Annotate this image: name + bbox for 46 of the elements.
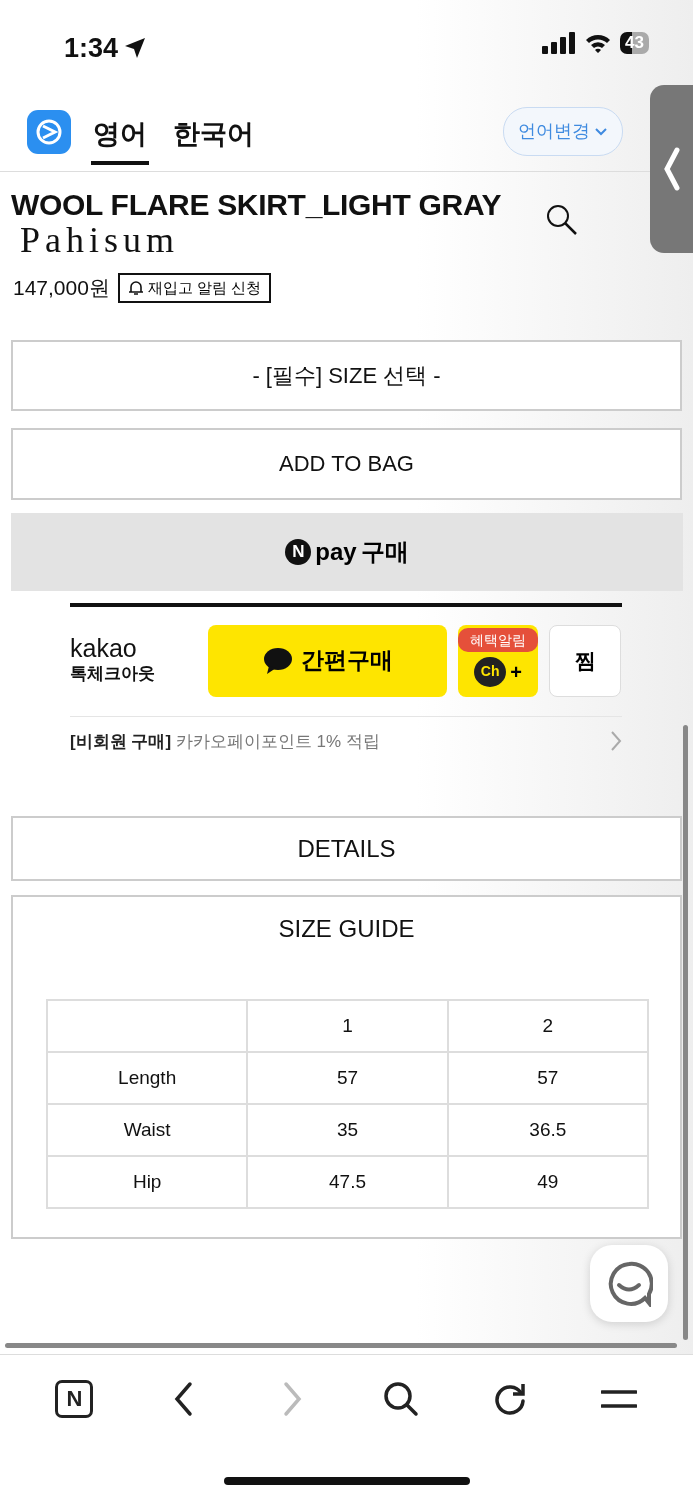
product-price: 147,000원 (13, 275, 110, 301)
side-panel-handle[interactable] (650, 85, 693, 253)
location-icon (124, 37, 147, 60)
row-label: Hip (47, 1156, 248, 1208)
size-guide-title: SIZE GUIDE (277, 914, 416, 944)
row-label: Length (47, 1052, 248, 1104)
language-tab[interactable]: 한국어 (171, 108, 256, 165)
row-label: Waist (47, 1104, 248, 1156)
benefit-alert-badge: 혜택알림 (458, 627, 538, 652)
add-to-bag-button[interactable]: ADD TO BAG (11, 427, 682, 500)
channel-add-button[interactable]: 혜택알림 Ch + (458, 624, 538, 697)
table-cell: 57 (447, 1052, 648, 1104)
size-select[interactable]: - [필수] SIZE 선택 - (11, 339, 682, 411)
kakao-promo-text: [비회원 구매] 카카오페이포인트 1% 적립 (70, 730, 380, 753)
language-tab[interactable]: 영어 (91, 108, 149, 165)
brand-logo: Pahisum (20, 222, 179, 258)
back-icon (173, 1381, 193, 1417)
column-header: 2 (447, 1000, 648, 1052)
kakao-logo: kakao (70, 634, 138, 661)
table-cell: 35 (247, 1104, 448, 1156)
naver-home-button[interactable]: N (39, 1375, 110, 1423)
table-cell: 47.5 (247, 1156, 448, 1208)
product-title: WOOL FLARE SKIRT_LIGHT GRAY (10, 188, 502, 222)
table-cell: 36.5 (447, 1104, 648, 1156)
chevron-right-icon (610, 730, 622, 753)
kakao-buy-button[interactable]: 간편구매 (208, 624, 447, 697)
search-icon[interactable] (546, 204, 579, 236)
restock-alert-button[interactable]: 재입고 알림 신청 (117, 272, 272, 303)
column-header: 1 (247, 1000, 448, 1052)
speech-bubble-icon (262, 646, 293, 675)
chevron-left-icon (663, 147, 680, 191)
translate-app-icon (27, 109, 71, 154)
table-cell: 49 (447, 1156, 648, 1208)
details-button[interactable]: DETAILS (11, 816, 682, 881)
chevron-down-icon (594, 127, 608, 138)
search-icon (382, 1381, 419, 1417)
forward-icon (282, 1381, 302, 1417)
chat-button[interactable] (590, 1245, 668, 1322)
wifi-icon (584, 32, 613, 54)
naver-pay-button[interactable]: N pay 구매 (11, 512, 683, 591)
bell-icon (127, 279, 144, 296)
signal-icon (542, 32, 577, 54)
kakao-subtitle: 톡체크아웃 (70, 662, 156, 685)
status-time: 1:34 (64, 32, 119, 65)
table-cell: 57 (247, 1052, 448, 1104)
wish-button[interactable]: 찜 (549, 624, 621, 697)
